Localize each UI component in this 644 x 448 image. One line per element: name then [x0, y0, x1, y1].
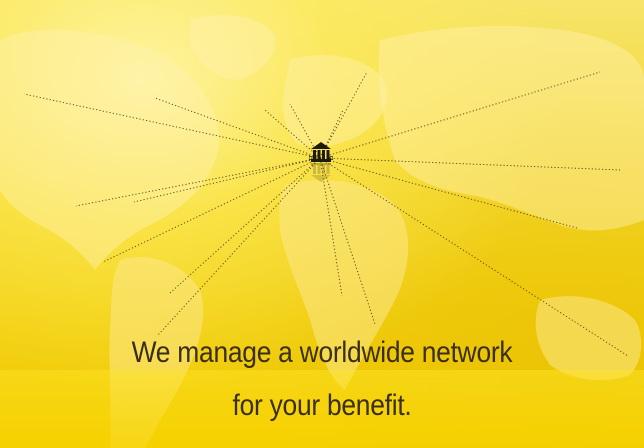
- europe-shape: [283, 55, 388, 147]
- worldwide-network-banner: We manage a worldwide network for your b…: [0, 0, 644, 448]
- greenland-shape: [190, 15, 276, 80]
- north-america-shape: [0, 29, 219, 270]
- tagline-line-1: We manage a worldwide network: [131, 336, 513, 369]
- bank-building-icon: [309, 142, 333, 182]
- tagline-line-2: for your benefit.: [232, 389, 412, 422]
